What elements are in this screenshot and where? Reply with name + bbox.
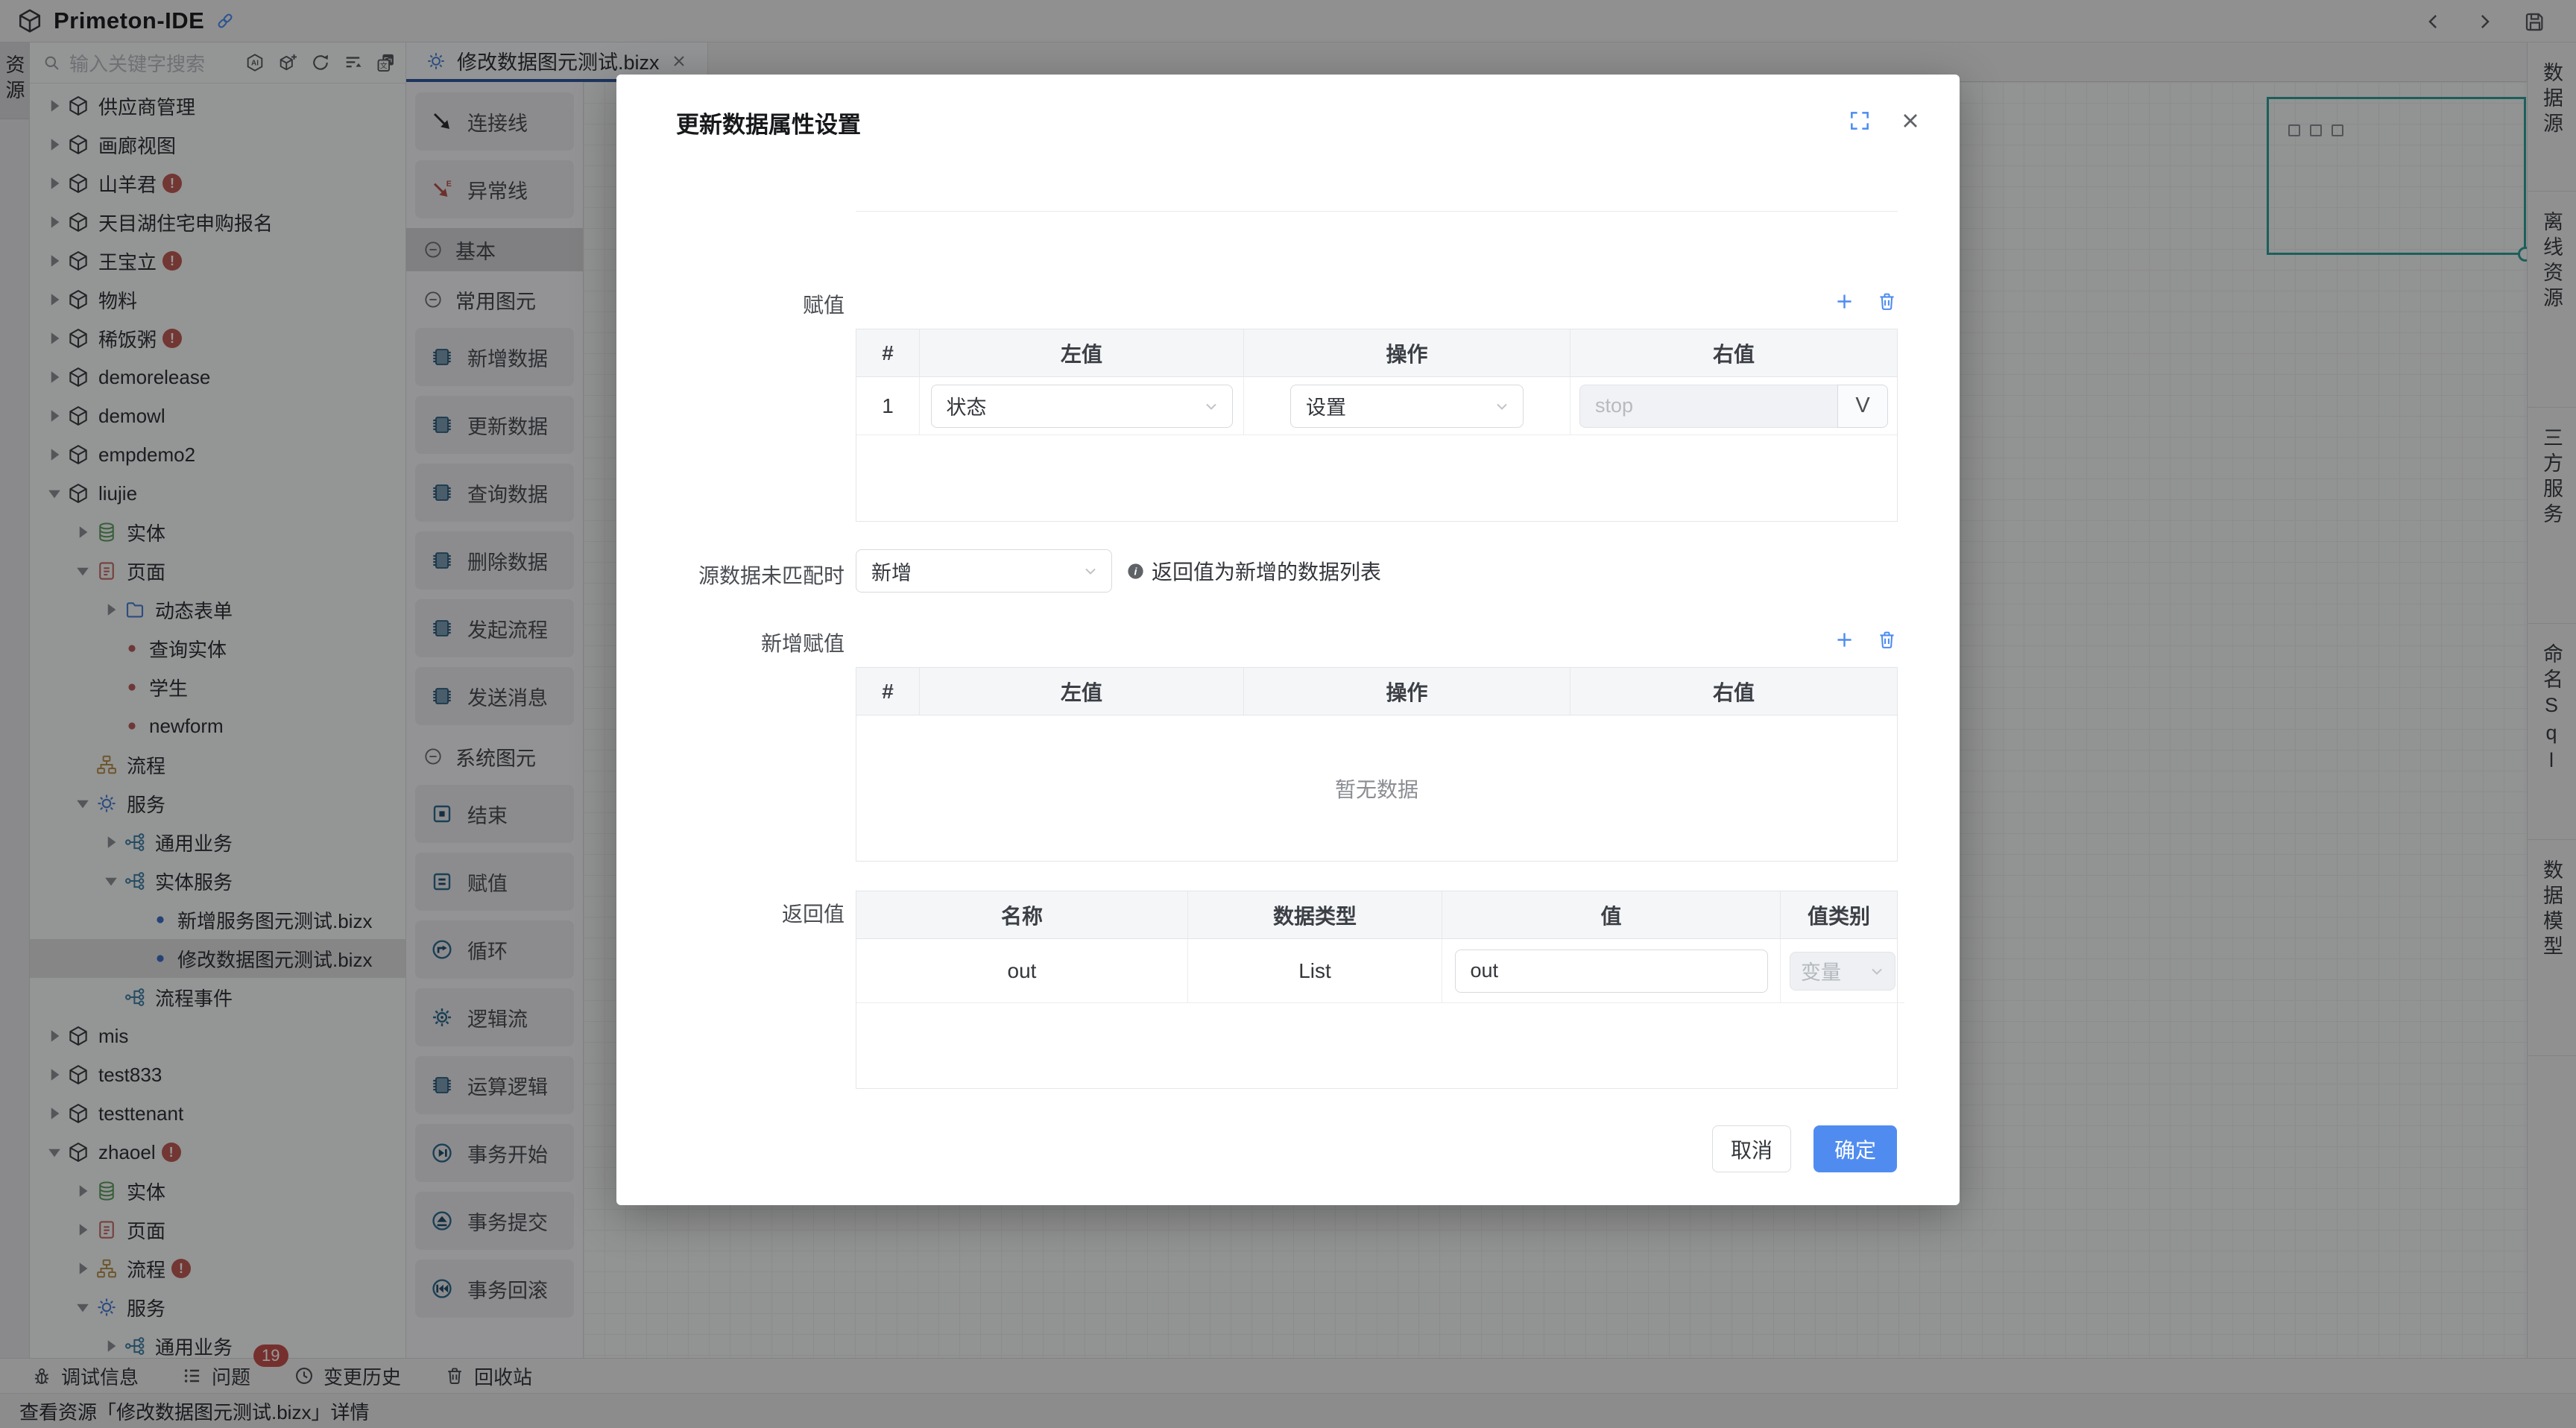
return-row: outListout变量 [856, 939, 1897, 1003]
cancel-button[interactable]: 取消 [1712, 1125, 1791, 1172]
column-header: 右值 [1570, 668, 1897, 715]
return-value-cell: out [1442, 939, 1781, 1003]
dialog-title: 更新数据属性设置 [676, 106, 861, 139]
chevron-down-icon [1202, 397, 1220, 415]
assign-delete-row-icon[interactable] [1876, 291, 1898, 312]
dialog-close-icon[interactable] [1898, 109, 1922, 133]
add-assign-add-row-icon[interactable] [1834, 629, 1855, 651]
return-value-input[interactable]: out [1455, 950, 1768, 993]
column-header: 左值 [920, 668, 1244, 715]
info-icon: i [1126, 561, 1146, 581]
assign-add-row-icon[interactable] [1834, 291, 1855, 312]
dialog-footer: 取消 确定 [616, 1125, 1960, 1172]
column-header: 值类别 [1781, 891, 1897, 939]
column-header: 值 [1442, 891, 1781, 939]
row-index: 1 [856, 377, 920, 435]
ok-button[interactable]: 确定 [1813, 1125, 1897, 1172]
return-type: List [1188, 939, 1442, 1003]
table-empty-space [856, 435, 1897, 521]
unmatched-hint: i 返回值为新增的数据列表 [1126, 556, 1381, 586]
empty-data-text: 暂无数据 [856, 715, 1897, 861]
assign-table-actions [856, 291, 1898, 312]
add-assign-table-actions [856, 629, 1898, 651]
column-header: 操作 [1244, 329, 1570, 377]
left-value-cell: 状态 [920, 377, 1244, 435]
add-assign-delete-row-icon[interactable] [1876, 629, 1898, 651]
unmatched-row: 新增 i 返回值为新增的数据列表 [856, 549, 1381, 593]
return-table: 名称数据类型值值类别outListout变量 [856, 891, 1898, 1089]
update-data-properties-dialog: 更新数据属性设置 赋值 #左值操作右值1状态设置stopV 源数据未匹配时 新增… [616, 75, 1960, 1205]
column-header: 操作 [1244, 668, 1570, 715]
operation-select[interactable]: 设置 [1290, 385, 1524, 428]
column-header: 数据类型 [1188, 891, 1442, 939]
unmatched-select[interactable]: 新增 [856, 549, 1112, 593]
chevron-down-icon [1493, 397, 1511, 415]
column-header: 左值 [920, 329, 1244, 377]
variable-picker-button[interactable]: V [1837, 385, 1888, 428]
unmatched-label: 源数据未匹配时 [616, 560, 845, 590]
dialog-maximize-icon[interactable] [1848, 109, 1872, 133]
column-header: 名称 [856, 891, 1188, 939]
operation-cell: 设置 [1244, 377, 1570, 435]
chevron-down-icon [1082, 562, 1099, 580]
column-header: # [856, 668, 920, 715]
app-window: Primeton-IDE 资源 输入关键字搜索 AIEn文 供应商管理画廊视图山… [0, 0, 2576, 1428]
right-value-cell: stopV [1570, 377, 1897, 435]
chevron-down-icon [1868, 962, 1886, 980]
add-assign-table: #左值操作右值暂无数据 [856, 667, 1898, 862]
return-section-label: 返回值 [616, 898, 845, 928]
assign-row: 1 状态 设置 stopV [856, 377, 1897, 435]
dialog-divider [856, 211, 1898, 212]
table-empty-space [856, 1003, 1897, 1088]
assign-table: #左值操作右值 1 状态 设置 stopV [856, 329, 1898, 522]
left-value-select[interactable]: 状态 [931, 385, 1233, 428]
value-category-cell: 变量 [1781, 939, 1904, 1003]
return-name: out [856, 939, 1188, 1003]
column-header: # [856, 329, 920, 377]
right-value-input[interactable]: stop [1579, 385, 1837, 428]
assign-section-label: 赋值 [616, 289, 845, 319]
add-assign-section-label: 新增赋值 [616, 628, 845, 657]
column-header: 右值 [1570, 329, 1897, 377]
value-category-select[interactable]: 变量 [1790, 952, 1895, 991]
